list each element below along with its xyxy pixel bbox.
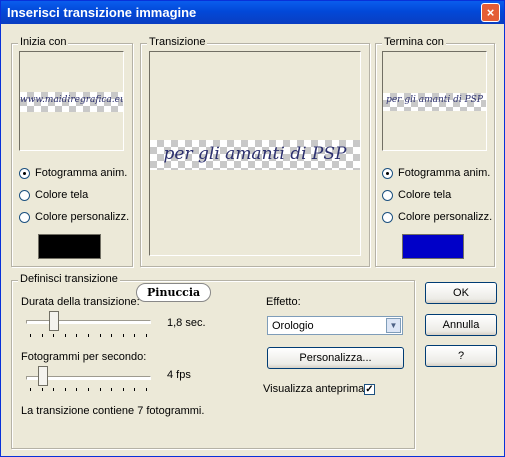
slider-tick [76, 334, 78, 337]
define-group-label: Definisci transizione [18, 273, 120, 285]
slider-tick [41, 388, 43, 391]
watermark-badge: Pinuccia [136, 283, 212, 302]
frame-count-summary: La transizione contiene 7 fotogrammi. [21, 405, 205, 417]
slider-tick [53, 334, 55, 337]
start-radio-custom-label: Colore personalizz. [35, 211, 130, 223]
end-radio-canvas-label: Colore tela [398, 189, 452, 201]
end-radio-canvas[interactable]: Colore tela [382, 189, 451, 201]
effect-label: Effetto: [266, 296, 301, 308]
radio-selected-icon [382, 167, 393, 179]
preview-checkbox[interactable]: ✓ [364, 384, 375, 395]
end-radio-frame-label: Fotogramma anim. [398, 167, 491, 179]
end-radio-frame[interactable]: Fotogramma anim. [382, 167, 490, 179]
radio-icon [19, 211, 30, 223]
radio-icon [382, 211, 393, 223]
transition-preview-image: per gli amanti di PSP [150, 140, 360, 170]
duration-slider-track[interactable] [26, 320, 151, 324]
end-radio-custom-label: Colore personalizz. [398, 211, 493, 223]
slider-tick [122, 388, 124, 391]
slider-tick [64, 334, 66, 337]
end-group-label: Termina con [382, 36, 446, 48]
slider-tick [122, 334, 124, 337]
fps-value: 4 fps [167, 369, 191, 381]
end-color-swatch[interactable] [402, 234, 464, 259]
start-radio-canvas[interactable]: Colore tela [19, 189, 88, 201]
duration-value: 1,8 sec. [167, 317, 206, 329]
duration-label: Durata della transizione: [21, 296, 140, 308]
fps-label: Fotogrammi per secondo: [21, 351, 147, 363]
effect-select[interactable]: Orologio ▼ [267, 316, 403, 335]
slider-tick [134, 334, 136, 337]
end-preview-image: per gli amanti di PSP [383, 93, 486, 111]
slider-tick [30, 388, 31, 391]
slider-tick [146, 388, 147, 391]
slider-tick [88, 388, 89, 391]
start-radio-custom[interactable]: Colore personalizz. [19, 211, 129, 223]
window-title: Inserisci transizione immagine [7, 5, 197, 20]
slider-tick [30, 334, 31, 337]
slider-tick [134, 388, 136, 391]
customize-button[interactable]: Personalizza... [267, 347, 404, 369]
start-preview-image: www.maidiregrafica.eu [20, 92, 123, 112]
ok-button[interactable]: OK [425, 282, 497, 304]
dialog-window: Inserisci transizione immagine × Inizia … [0, 0, 505, 457]
duration-slider-thumb[interactable] [49, 311, 59, 331]
slider-tick [53, 388, 55, 391]
close-button[interactable]: × [481, 3, 500, 22]
transition-preview: per gli amanti di PSP [149, 51, 361, 256]
start-radio-canvas-label: Colore tela [35, 189, 89, 201]
slider-tick [111, 388, 113, 391]
transition-preview-text: per gli amanti di PSP [163, 144, 347, 164]
title-bar[interactable]: Inserisci transizione immagine × [1, 1, 504, 24]
slider-tick [76, 388, 78, 391]
help-button[interactable]: ? [425, 345, 497, 367]
end-preview-text: per gli amanti di PSP [386, 95, 483, 105]
start-preview-text: www.maidiregrafica.eu [20, 95, 123, 105]
fps-slider-thumb[interactable] [38, 366, 48, 386]
preview-label: Visualizza anteprima [263, 383, 365, 395]
slider-tick [88, 334, 89, 337]
slider-tick [99, 334, 101, 337]
slider-tick [41, 334, 43, 337]
start-radio-frame[interactable]: Fotogramma anim. [19, 167, 127, 179]
slider-tick [64, 388, 66, 391]
radio-selected-icon [19, 167, 30, 179]
slider-tick [111, 334, 113, 337]
start-radio-frame-label: Fotogramma anim. [35, 167, 128, 179]
start-color-swatch[interactable] [38, 234, 101, 259]
cancel-button[interactable]: Annulla [425, 314, 497, 336]
radio-icon [19, 189, 30, 201]
effect-select-value: Orologio [272, 320, 314, 332]
end-radio-custom[interactable]: Colore personalizz. [382, 211, 492, 223]
start-preview: www.maidiregrafica.eu [19, 51, 124, 151]
end-preview: per gli amanti di PSP [382, 51, 487, 151]
chevron-down-icon[interactable]: ▼ [386, 318, 401, 333]
slider-tick [146, 334, 147, 337]
transition-group-label: Transizione [147, 36, 208, 48]
radio-icon [382, 189, 393, 201]
start-group-label: Inizia con [18, 36, 69, 48]
slider-tick [99, 388, 101, 391]
